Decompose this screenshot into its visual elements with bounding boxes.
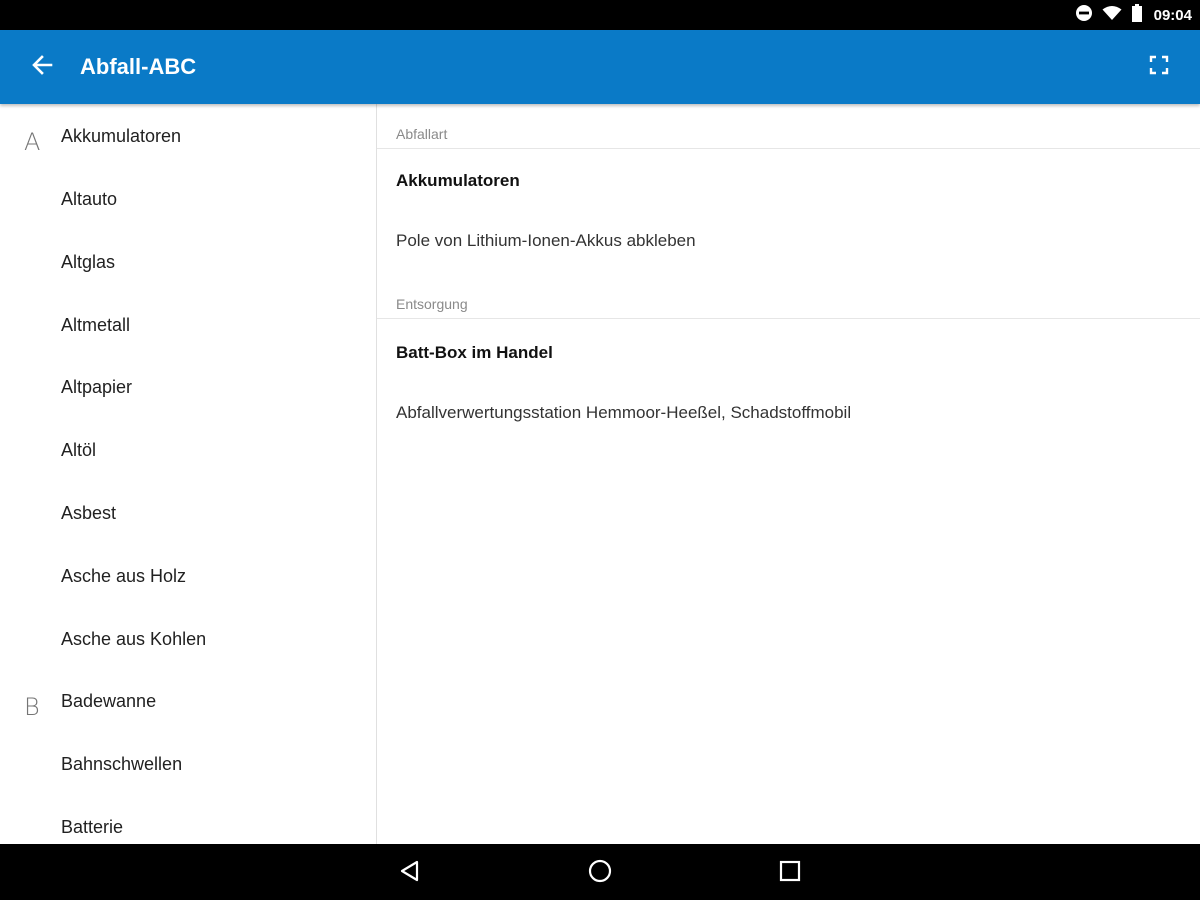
do-not-disturb-icon [1075,4,1093,27]
list-item[interactable]: Batterie [0,795,376,844]
waste-list[interactable]: A Akkumulatoren Altauto Altglas Altmetal… [0,104,377,844]
list-item[interactable]: A Akkumulatoren [0,104,376,166]
list-item[interactable]: Asche aus Holz [0,544,376,606]
list-item-label: Altglas [61,252,116,272]
disposal-locations: Abfallverwertungsstation Hemmoor-Heeßel,… [396,403,852,422]
list-item-label: Batterie [61,817,124,837]
list-item[interactable]: Altmetall [0,293,376,355]
list-item[interactable]: Bahnschwellen [0,732,376,794]
back-triangle-icon [399,860,421,887]
list-item[interactable]: Altauto [0,167,376,229]
fullscreen-button[interactable] [1140,48,1178,86]
home-circle-icon [588,859,612,888]
section-letter: B [24,693,40,721]
back-button[interactable] [22,48,62,86]
status-icons: 09:04 [1075,0,1192,30]
list-item-label: Asche aus Kohlen [61,629,207,649]
detail-panel: Abfallart Akkumulatoren Pole von Lithium… [377,104,1200,844]
status-bar: 09:04 [0,0,1200,30]
list-item-label: Asbest [61,503,117,523]
section-header-entsorgung: Entsorgung [377,274,1200,319]
wifi-icon [1102,5,1122,26]
list-item[interactable]: B Badewanne [0,669,376,731]
list-item-label: Badewanne [61,691,157,711]
waste-type-note: Pole von Lithium-Ionen-Akkus abkleben [396,231,696,250]
list-item[interactable]: Asbest [0,481,376,543]
section-letter: A [24,128,41,156]
list-item-label: Altöl [61,440,97,460]
arrow-back-icon [31,54,53,81]
list-item-label: Bahnschwellen [61,754,183,774]
nav-home-button[interactable] [579,852,621,894]
nav-recents-button[interactable] [769,852,811,894]
list-item-label: Altauto [61,189,118,209]
list-item-label: Altpapier [61,377,133,397]
nav-back-button[interactable] [389,852,431,894]
list-item-label: Altmetall [61,315,131,335]
section-header-abfallart: Abfallart [377,104,1200,149]
section-header-label: Entsorgung [396,296,468,312]
status-time: 09:04 [1153,6,1192,24]
list-item-label: Asche aus Holz [61,566,187,586]
list-item[interactable]: Altglas [0,230,376,292]
disposal-title: Batt-Box im Handel [396,343,553,362]
section-header-label: Abfallart [396,126,448,142]
list-item[interactable]: Asche aus Kohlen [0,607,376,669]
fullscreen-icon [1149,55,1169,80]
waste-type-title: Akkumulatoren [396,171,520,190]
list-item[interactable]: Altpapier [0,355,376,417]
app-bar: Abfall-ABC [0,30,1200,104]
page-title: Abfall-ABC [80,54,197,79]
battery-icon [1131,3,1143,27]
list-item[interactable]: Altöl [0,418,376,480]
list-item-label: Akkumulatoren [61,126,182,146]
recents-square-icon [779,860,801,887]
navigation-bar [0,844,1200,900]
